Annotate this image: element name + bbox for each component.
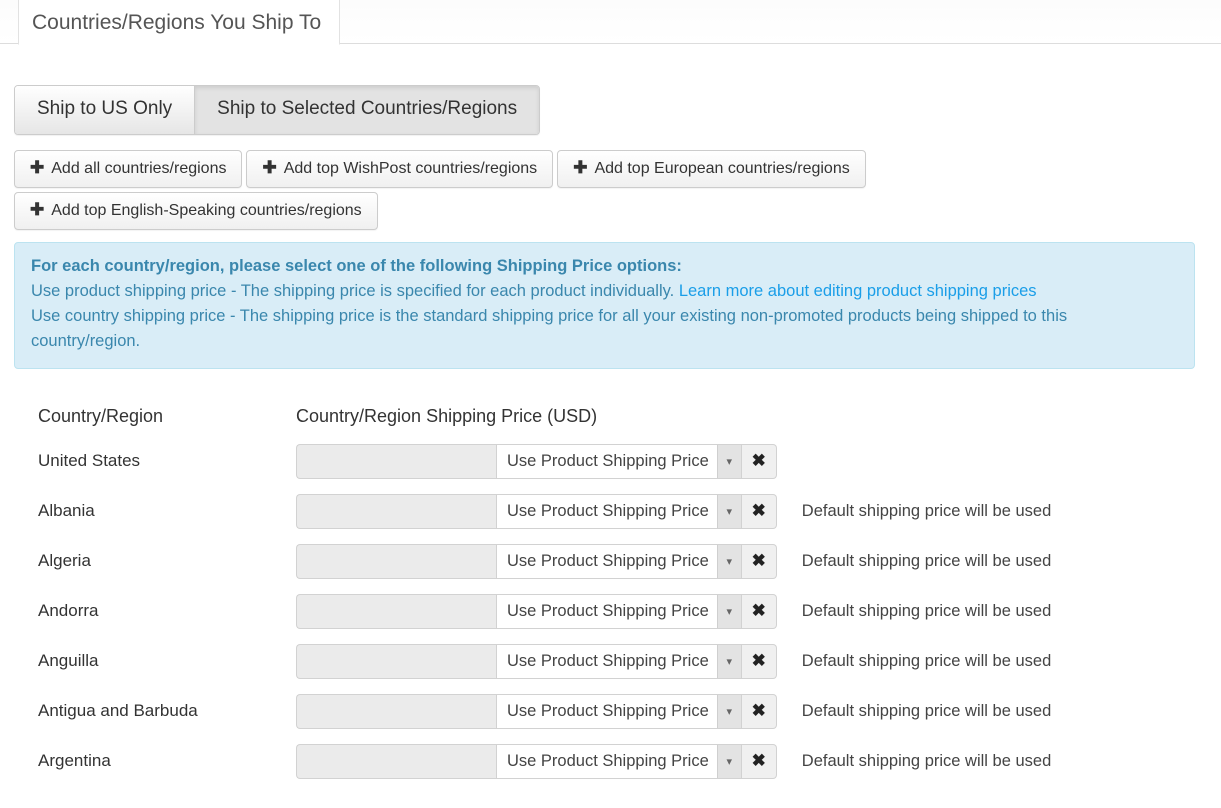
shipping-price-input[interactable] (296, 744, 496, 779)
tab-countries-regions-you-ship-to[interactable]: Countries/Regions You Ship To (18, 0, 340, 45)
shipping-price-option-select[interactable]: Use Product Shipping Price▾ (496, 494, 742, 529)
plus-icon: ✚ (573, 158, 587, 178)
table-header-row: Country/Region Country/Region Shipping P… (38, 396, 1221, 436)
add-top-wishpost-countries-button[interactable]: ✚ Add top WishPost countries/regions (246, 150, 553, 188)
toggle-ship-to-us-only[interactable]: Ship to US Only (15, 86, 194, 134)
shipping-price-option-value: Use Product Shipping Price (497, 645, 717, 678)
shipping-price-option-value: Use Product Shipping Price (497, 545, 717, 578)
chevron-down-icon: ▾ (717, 745, 741, 778)
tab-strip: Countries/Regions You Ship To (0, 0, 1221, 44)
toggle-ship-to-selected-countries[interactable]: Ship to Selected Countries/Regions (194, 86, 539, 134)
plus-icon: ✚ (262, 158, 276, 178)
shipping-price-input[interactable] (296, 444, 496, 479)
shipping-price-input[interactable] (296, 594, 496, 629)
country-name: Albania (38, 501, 296, 521)
table-row: AlgeriaUse Product Shipping Price▾✖Defau… (38, 536, 1221, 586)
country-name: United States (38, 451, 296, 471)
banner-line-product-price: Use product shipping price - The shippin… (31, 282, 679, 300)
banner-title: For each country/region, please select o… (31, 254, 1178, 279)
country-name: Antigua and Barbuda (38, 701, 296, 721)
shipping-price-input[interactable] (296, 494, 496, 529)
country-name: Andorra (38, 601, 296, 621)
add-all-countries-label: Add all countries/regions (51, 160, 226, 177)
shipping-price-note: Default shipping price will be used (802, 502, 1051, 521)
shipping-price-note: Default shipping price will be used (802, 652, 1051, 671)
shipping-scope-toggle-group: Ship to US Only Ship to Selected Countri… (14, 85, 540, 135)
remove-country-button[interactable]: ✖ (742, 444, 777, 479)
shipping-countries-table: Country/Region Country/Region Shipping P… (0, 396, 1221, 786)
remove-country-button[interactable]: ✖ (742, 594, 777, 629)
plus-icon: ✚ (30, 200, 44, 220)
shipping-price-input[interactable] (296, 544, 496, 579)
shipping-price-control: Use Product Shipping Price▾✖ (296, 644, 777, 679)
table-row: AlbaniaUse Product Shipping Price▾✖Defau… (38, 486, 1221, 536)
shipping-price-option-select[interactable]: Use Product Shipping Price▾ (496, 644, 742, 679)
country-name: Algeria (38, 551, 296, 571)
table-row: United StatesUse Product Shipping Price▾… (38, 436, 1221, 486)
shipping-price-control: Use Product Shipping Price▾✖ (296, 494, 777, 529)
chevron-down-icon: ▾ (717, 495, 741, 528)
shipping-price-option-value: Use Product Shipping Price (497, 745, 717, 778)
shipping-price-input[interactable] (296, 644, 496, 679)
shipping-price-option-select[interactable]: Use Product Shipping Price▾ (496, 594, 742, 629)
shipping-price-option-value: Use Product Shipping Price (497, 495, 717, 528)
shipping-price-control: Use Product Shipping Price▾✖ (296, 594, 777, 629)
shipping-price-option-value: Use Product Shipping Price (497, 695, 717, 728)
country-name: Argentina (38, 751, 296, 771)
shipping-price-note: Default shipping price will be used (802, 702, 1051, 721)
shipping-price-info-banner: For each country/region, please select o… (14, 242, 1195, 369)
add-all-countries-button[interactable]: ✚ Add all countries/regions (14, 150, 242, 188)
remove-country-button[interactable]: ✖ (742, 694, 777, 729)
remove-country-button[interactable]: ✖ (742, 744, 777, 779)
table-row: AnguillaUse Product Shipping Price▾✖Defa… (38, 636, 1221, 686)
add-top-european-countries-button[interactable]: ✚ Add top European countries/regions (557, 150, 866, 188)
table-row: ArgentinaUse Product Shipping Price▾✖Def… (38, 736, 1221, 786)
add-top-english-speaking-countries-label: Add top English-Speaking countries/regio… (51, 202, 361, 219)
shipping-price-option-select[interactable]: Use Product Shipping Price▾ (496, 694, 742, 729)
shipping-price-input[interactable] (296, 694, 496, 729)
shipping-price-note: Default shipping price will be used (802, 552, 1051, 571)
country-name: Anguilla (38, 651, 296, 671)
chevron-down-icon: ▾ (717, 545, 741, 578)
add-buttons-row: ✚ Add all countries/regions ✚ Add top Wish… (14, 150, 1209, 230)
shipping-price-control: Use Product Shipping Price▾✖ (296, 444, 777, 479)
remove-country-button[interactable]: ✖ (742, 494, 777, 529)
shipping-price-control: Use Product Shipping Price▾✖ (296, 744, 777, 779)
plus-icon: ✚ (30, 158, 44, 178)
shipping-price-option-select[interactable]: Use Product Shipping Price▾ (496, 744, 742, 779)
shipping-price-note: Default shipping price will be used (802, 752, 1051, 771)
remove-country-button[interactable]: ✖ (742, 544, 777, 579)
shipping-price-option-select[interactable]: Use Product Shipping Price▾ (496, 544, 742, 579)
table-row: Antigua and BarbudaUse Product Shipping … (38, 686, 1221, 736)
chevron-down-icon: ▾ (717, 595, 741, 628)
add-top-wishpost-countries-label: Add top WishPost countries/regions (284, 160, 537, 177)
shipping-price-control: Use Product Shipping Price▾✖ (296, 544, 777, 579)
shipping-price-option-select[interactable]: Use Product Shipping Price▾ (496, 444, 742, 479)
remove-country-button[interactable]: ✖ (742, 644, 777, 679)
chevron-down-icon: ▾ (717, 695, 741, 728)
add-top-english-speaking-countries-button[interactable]: ✚ Add top English-Speaking countries/regi… (14, 192, 378, 230)
column-header-country: Country/Region (38, 406, 296, 427)
shipping-price-option-value: Use Product Shipping Price (497, 595, 717, 628)
learn-more-link[interactable]: Learn more about editing product shippin… (679, 282, 1037, 300)
shipping-price-control: Use Product Shipping Price▾✖ (296, 694, 777, 729)
shipping-price-note: Default shipping price will be used (802, 602, 1051, 621)
tab-label: Countries/Regions You Ship To (32, 11, 321, 34)
banner-line-country-price: Use country shipping price - The shippin… (31, 307, 1067, 350)
column-header-shipping-price: Country/Region Shipping Price (USD) (296, 406, 597, 427)
add-top-european-countries-label: Add top European countries/regions (594, 160, 849, 177)
table-row: AndorraUse Product Shipping Price▾✖Defau… (38, 586, 1221, 636)
chevron-down-icon: ▾ (717, 445, 741, 478)
shipping-price-option-value: Use Product Shipping Price (497, 445, 717, 478)
chevron-down-icon: ▾ (717, 645, 741, 678)
